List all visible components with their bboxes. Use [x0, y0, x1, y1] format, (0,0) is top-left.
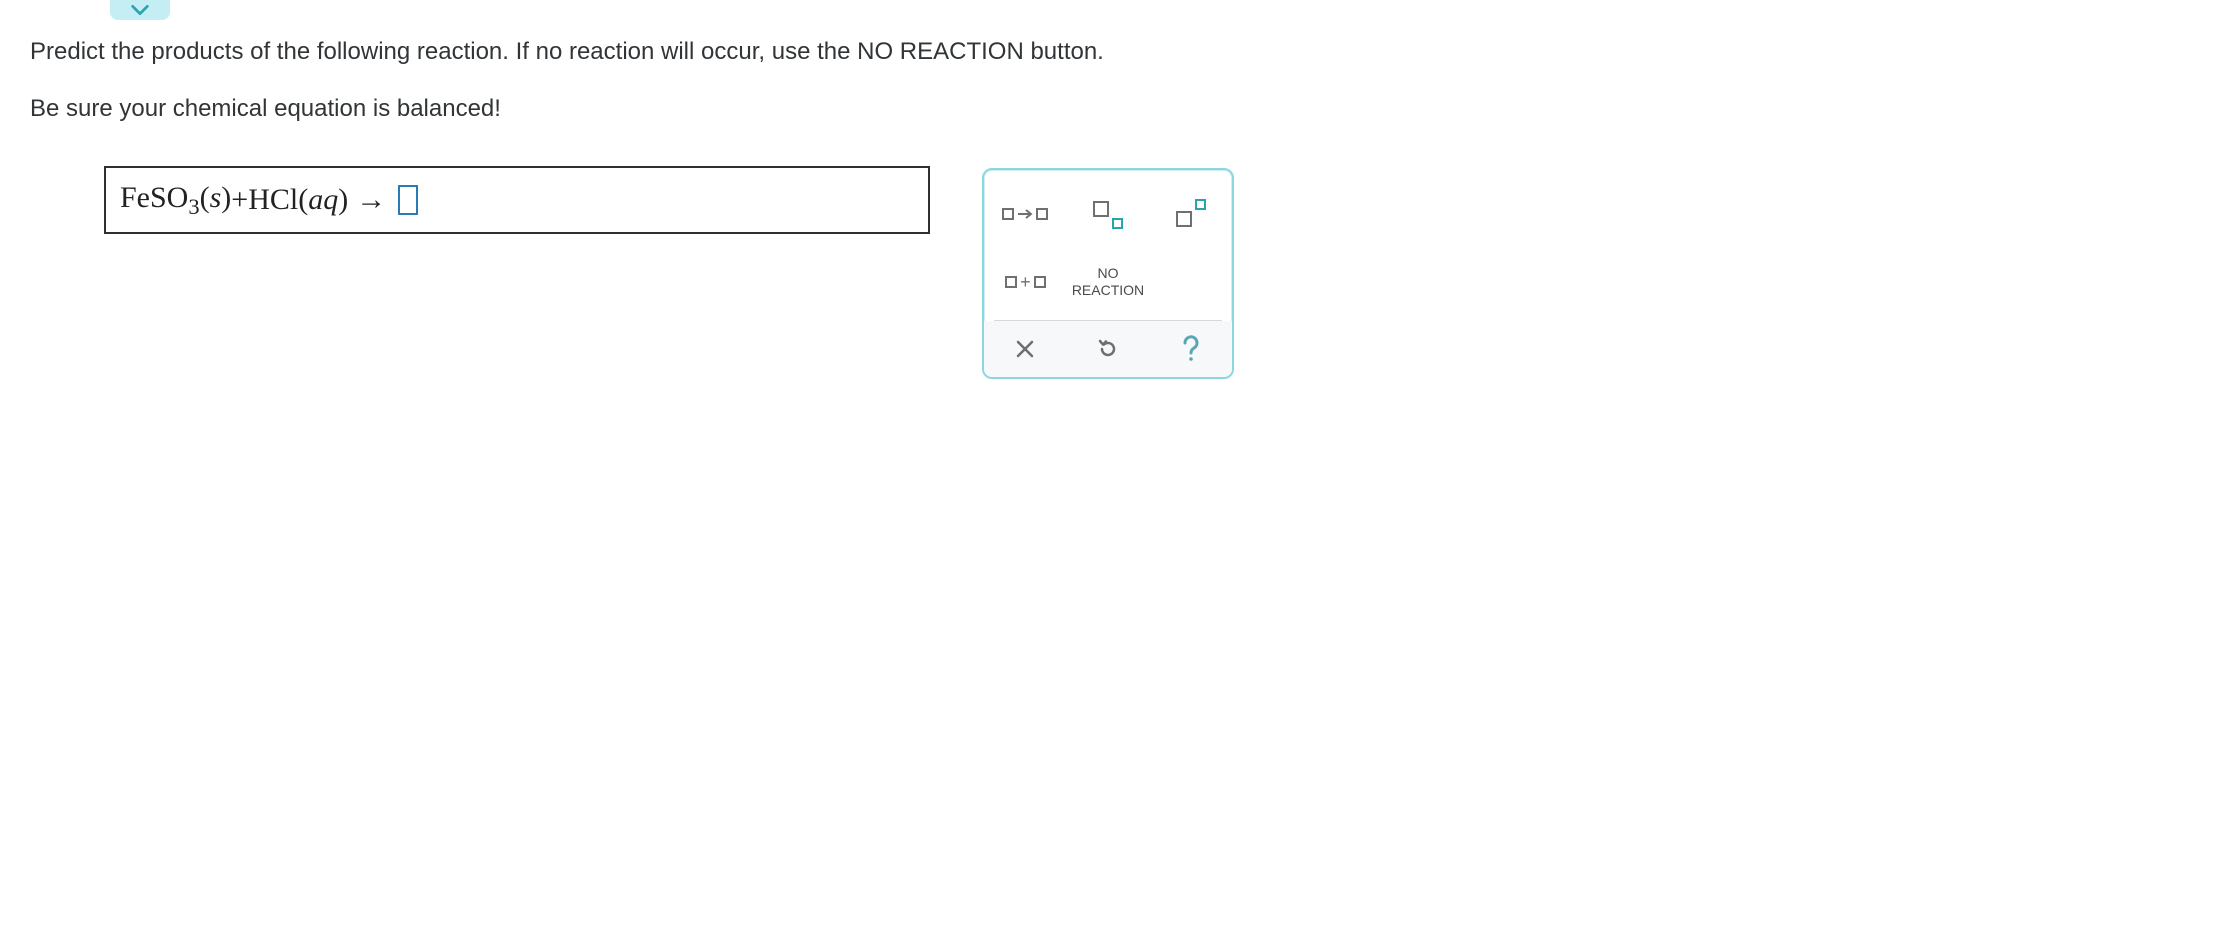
superscript-button[interactable] — [1155, 184, 1227, 244]
arrow-right-icon — [1017, 208, 1033, 220]
subscript-box-icon — [1112, 218, 1123, 229]
question-prompt: Predict the products of the following re… — [30, 30, 1104, 144]
clear-button[interactable] — [989, 327, 1061, 371]
reactant-1-sub: 3 — [188, 194, 199, 219]
base-box-icon — [1176, 211, 1192, 227]
tool-panel: + NO REACTION — [982, 168, 1234, 379]
plus-icon: + — [1020, 273, 1031, 291]
reactant-1: FeSO3(s) — [120, 181, 231, 220]
tool-row-1 — [984, 180, 1232, 248]
yields-arrow-button[interactable] — [989, 184, 1061, 244]
no-reaction-button[interactable]: NO REACTION — [1072, 252, 1144, 312]
reactant-2: HCl(aq) — [248, 183, 348, 217]
placeholder-box-icon — [1036, 208, 1048, 220]
subscript-button[interactable] — [1072, 184, 1144, 244]
reactant-2-state: aq — [308, 183, 338, 216]
question-line-1: Predict the products of the following re… — [30, 30, 1104, 73]
no-reaction-label-2: REACTION — [1072, 282, 1144, 300]
help-button[interactable] — [1155, 327, 1227, 371]
reactant-2-formula: HCl — [248, 183, 298, 216]
close-icon — [1014, 338, 1036, 360]
placeholder-box-icon — [1005, 276, 1017, 288]
expand-toggle[interactable] — [110, 0, 170, 20]
question-line-2: Be sure your chemical equation is balanc… — [30, 87, 1104, 130]
placeholder-box-icon — [1002, 208, 1014, 220]
no-reaction-label-1: NO — [1072, 265, 1144, 283]
equation-input[interactable]: FeSO3(s) + HCl(aq) → — [104, 166, 930, 234]
undo-icon — [1096, 337, 1120, 361]
empty-cell — [1155, 252, 1227, 312]
placeholder-box-icon — [1034, 276, 1046, 288]
reactant-1-state: s — [210, 181, 222, 214]
input-cursor — [398, 185, 418, 215]
reactant-1-formula: FeSO — [120, 181, 188, 214]
reaction-arrow: → — [356, 183, 386, 217]
plus-sign: + — [231, 183, 248, 217]
superscript-box-icon — [1195, 199, 1206, 210]
plus-button[interactable]: + — [989, 252, 1061, 312]
chevron-down-icon — [129, 2, 151, 18]
reset-button[interactable] — [1072, 327, 1144, 371]
tool-row-actions — [984, 321, 1232, 377]
question-mark-icon — [1179, 334, 1203, 364]
tool-row-2: + NO REACTION — [984, 248, 1232, 316]
base-box-icon — [1093, 201, 1109, 217]
